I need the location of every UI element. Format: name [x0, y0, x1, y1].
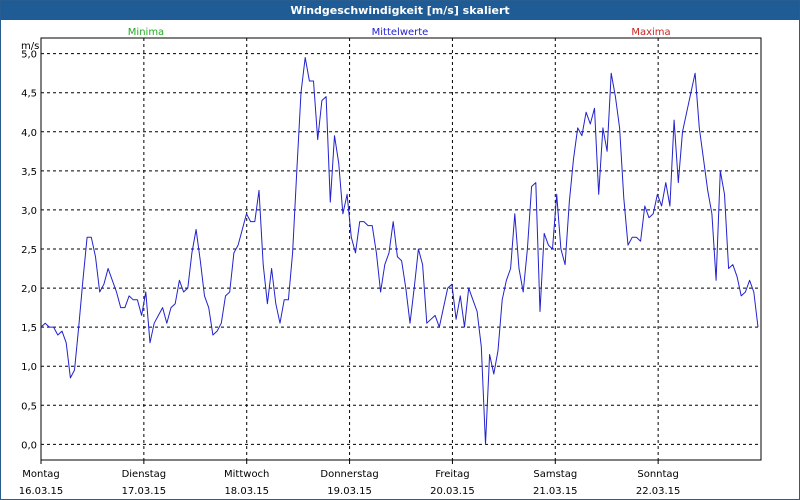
- x-tick-date: 18.03.15: [224, 486, 269, 497]
- x-tick-day: Samstag: [533, 469, 577, 480]
- line-chart: Minima Mittelwerte Maxima m/s 0,00,51,01,5…: [19, 27, 762, 497]
- x-tick-day: Mittwoch: [224, 469, 269, 480]
- y-tick-label: 2,0: [21, 284, 37, 295]
- y-tick-label: 1,5: [21, 323, 37, 334]
- y-tick-label: 1,0: [21, 362, 37, 373]
- y-tick-label: 0,5: [21, 401, 37, 412]
- x-tick-day: Montag: [22, 469, 59, 480]
- x-tick-day: Sonntag: [637, 469, 679, 480]
- x-tick-date: 17.03.15: [122, 486, 167, 497]
- x-tick-day: Dienstag: [122, 469, 167, 480]
- y-tick-label: 3,0: [21, 206, 37, 217]
- x-tick-day: Donnerstag: [320, 469, 378, 480]
- chart-window: Windgeschwindigkeit [m/s] skaliert Minim…: [0, 0, 800, 500]
- x-axis-ticks: Montag 16.03.15 Dienstag 17.03.15 Mittwoch 18…: [19, 460, 681, 497]
- y-tick-label: 0,0: [21, 440, 37, 451]
- legend-item-maxima: Maxima: [631, 27, 670, 38]
- x-tick-date: 16.03.15: [19, 486, 64, 497]
- legend-item-mittelwerte: Mittelwerte: [372, 27, 429, 38]
- legend: Minima Mittelwerte Maxima: [128, 27, 671, 38]
- y-tick-label: 4,5: [21, 89, 37, 100]
- x-tick-date: 22.03.15: [636, 486, 681, 497]
- y-tick-label: 5,0: [21, 50, 37, 61]
- y-tick-label: 2,5: [21, 245, 37, 256]
- y-tick-label: 4,0: [21, 128, 37, 139]
- x-tick-date: 20.03.15: [430, 486, 475, 497]
- x-tick-day: Freitag: [435, 469, 469, 480]
- y-tick-label: 3,5: [21, 167, 37, 178]
- x-tick-date: 19.03.15: [327, 486, 372, 497]
- x-tick-date: 21.03.15: [533, 486, 578, 497]
- legend-item-minima: Minima: [128, 27, 164, 38]
- y-axis-ticks: 0,0 0,5 1,0 1,5 2,0 2,5 3,0 3,5 4,0 4,5 5,0: [21, 50, 37, 452]
